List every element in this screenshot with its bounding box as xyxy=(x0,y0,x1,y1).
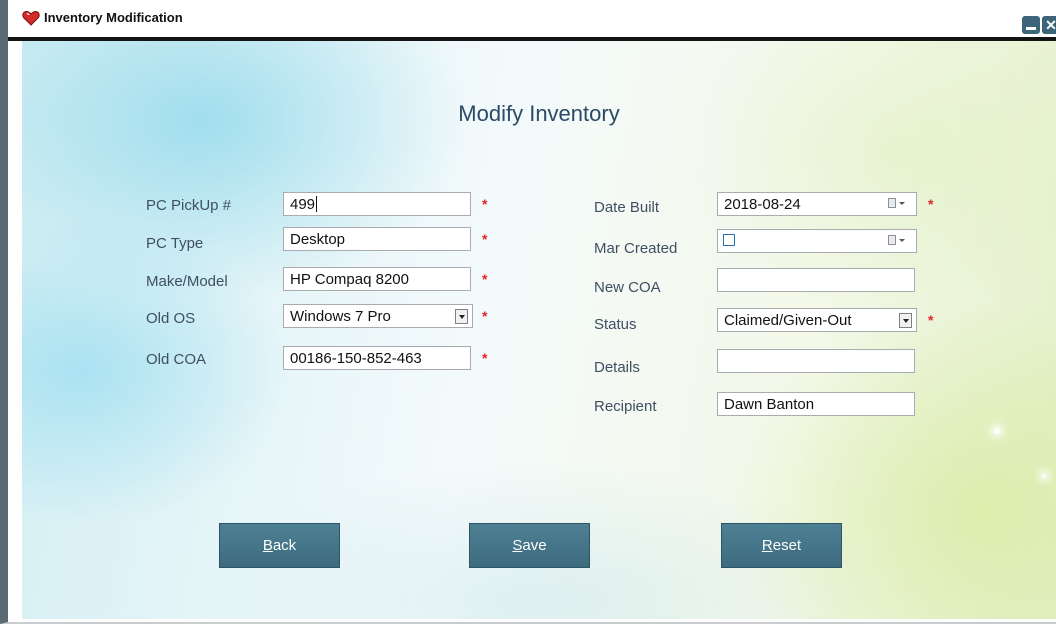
back-button-label: ack xyxy=(272,537,297,554)
pc-type-input[interactable]: Desktop xyxy=(283,227,471,251)
save-button[interactable]: Save xyxy=(469,523,590,568)
required-marker: * xyxy=(928,312,934,328)
pickup-label: PC PickUp # xyxy=(146,197,232,214)
required-marker: * xyxy=(482,308,488,324)
old-os-value: Windows 7 Pro xyxy=(290,308,391,325)
mar-created-label: Mar Created xyxy=(594,240,678,257)
make-model-label: Make/Model xyxy=(146,273,228,290)
old-coa-input[interactable]: 00186-150-852-463 xyxy=(283,346,471,370)
close-icon[interactable]: ✕ xyxy=(1042,16,1056,34)
old-os-select[interactable]: Windows 7 Pro xyxy=(283,304,473,328)
chevron-down-icon[interactable] xyxy=(899,313,912,328)
calendar-dropdown-icon[interactable] xyxy=(888,198,908,210)
pc-type-label: PC Type xyxy=(146,235,204,252)
decorative-sparkle xyxy=(1042,474,1046,478)
required-marker: * xyxy=(482,350,488,366)
save-button-accel: S xyxy=(512,537,523,554)
reset-button-label: eset xyxy=(772,537,802,554)
minimize-icon[interactable] xyxy=(1022,16,1040,34)
required-marker: * xyxy=(928,196,934,212)
back-button-accel: B xyxy=(262,537,273,554)
make-model-input[interactable]: HP Compaq 8200 xyxy=(283,267,471,291)
window-title: Inventory Modification xyxy=(44,10,183,25)
old-os-label: Old OS xyxy=(146,310,196,327)
status-select[interactable]: Claimed/Given-Out xyxy=(717,308,917,332)
title-bar[interactable]: Inventory Modification ✕ xyxy=(8,0,1056,41)
red-heart-icon xyxy=(22,10,40,26)
back-button[interactable]: Back xyxy=(219,523,340,568)
save-button-label: ave xyxy=(522,537,547,554)
date-built-label: Date Built xyxy=(594,199,660,216)
new-coa-label: New COA xyxy=(594,279,661,296)
pickup-input[interactable]: 499 xyxy=(283,192,471,216)
form-panel: Modify Inventory PC PickUp # 499 * PC Ty… xyxy=(22,41,1056,619)
decorative-sparkle xyxy=(994,428,1000,434)
details-label: Details xyxy=(594,359,640,376)
new-coa-input[interactable] xyxy=(717,268,915,292)
status-value: Claimed/Given-Out xyxy=(724,312,852,329)
reset-button-accel: R xyxy=(761,537,773,554)
required-marker: * xyxy=(482,196,488,212)
page-title: Modify Inventory xyxy=(458,101,620,126)
app-window: Inventory Modification ✕ Modify Inventor… xyxy=(0,0,1056,624)
chevron-down-icon[interactable] xyxy=(455,309,468,324)
reset-button[interactable]: Reset xyxy=(721,523,842,568)
mar-created-checkbox[interactable] xyxy=(723,234,735,246)
mar-created-picker[interactable] xyxy=(717,229,917,253)
old-coa-label: Old COA xyxy=(146,351,207,368)
recipient-label: Recipient xyxy=(594,398,657,415)
required-marker: * xyxy=(482,271,488,287)
status-label: Status xyxy=(594,316,637,333)
details-input[interactable] xyxy=(717,349,915,373)
date-built-value: 2018-08-24 xyxy=(724,196,801,213)
recipient-input[interactable]: Dawn Banton xyxy=(717,392,915,416)
date-built-picker[interactable]: 2018-08-24 xyxy=(717,192,917,216)
calendar-dropdown-icon[interactable] xyxy=(888,235,908,247)
required-marker: * xyxy=(482,231,488,247)
